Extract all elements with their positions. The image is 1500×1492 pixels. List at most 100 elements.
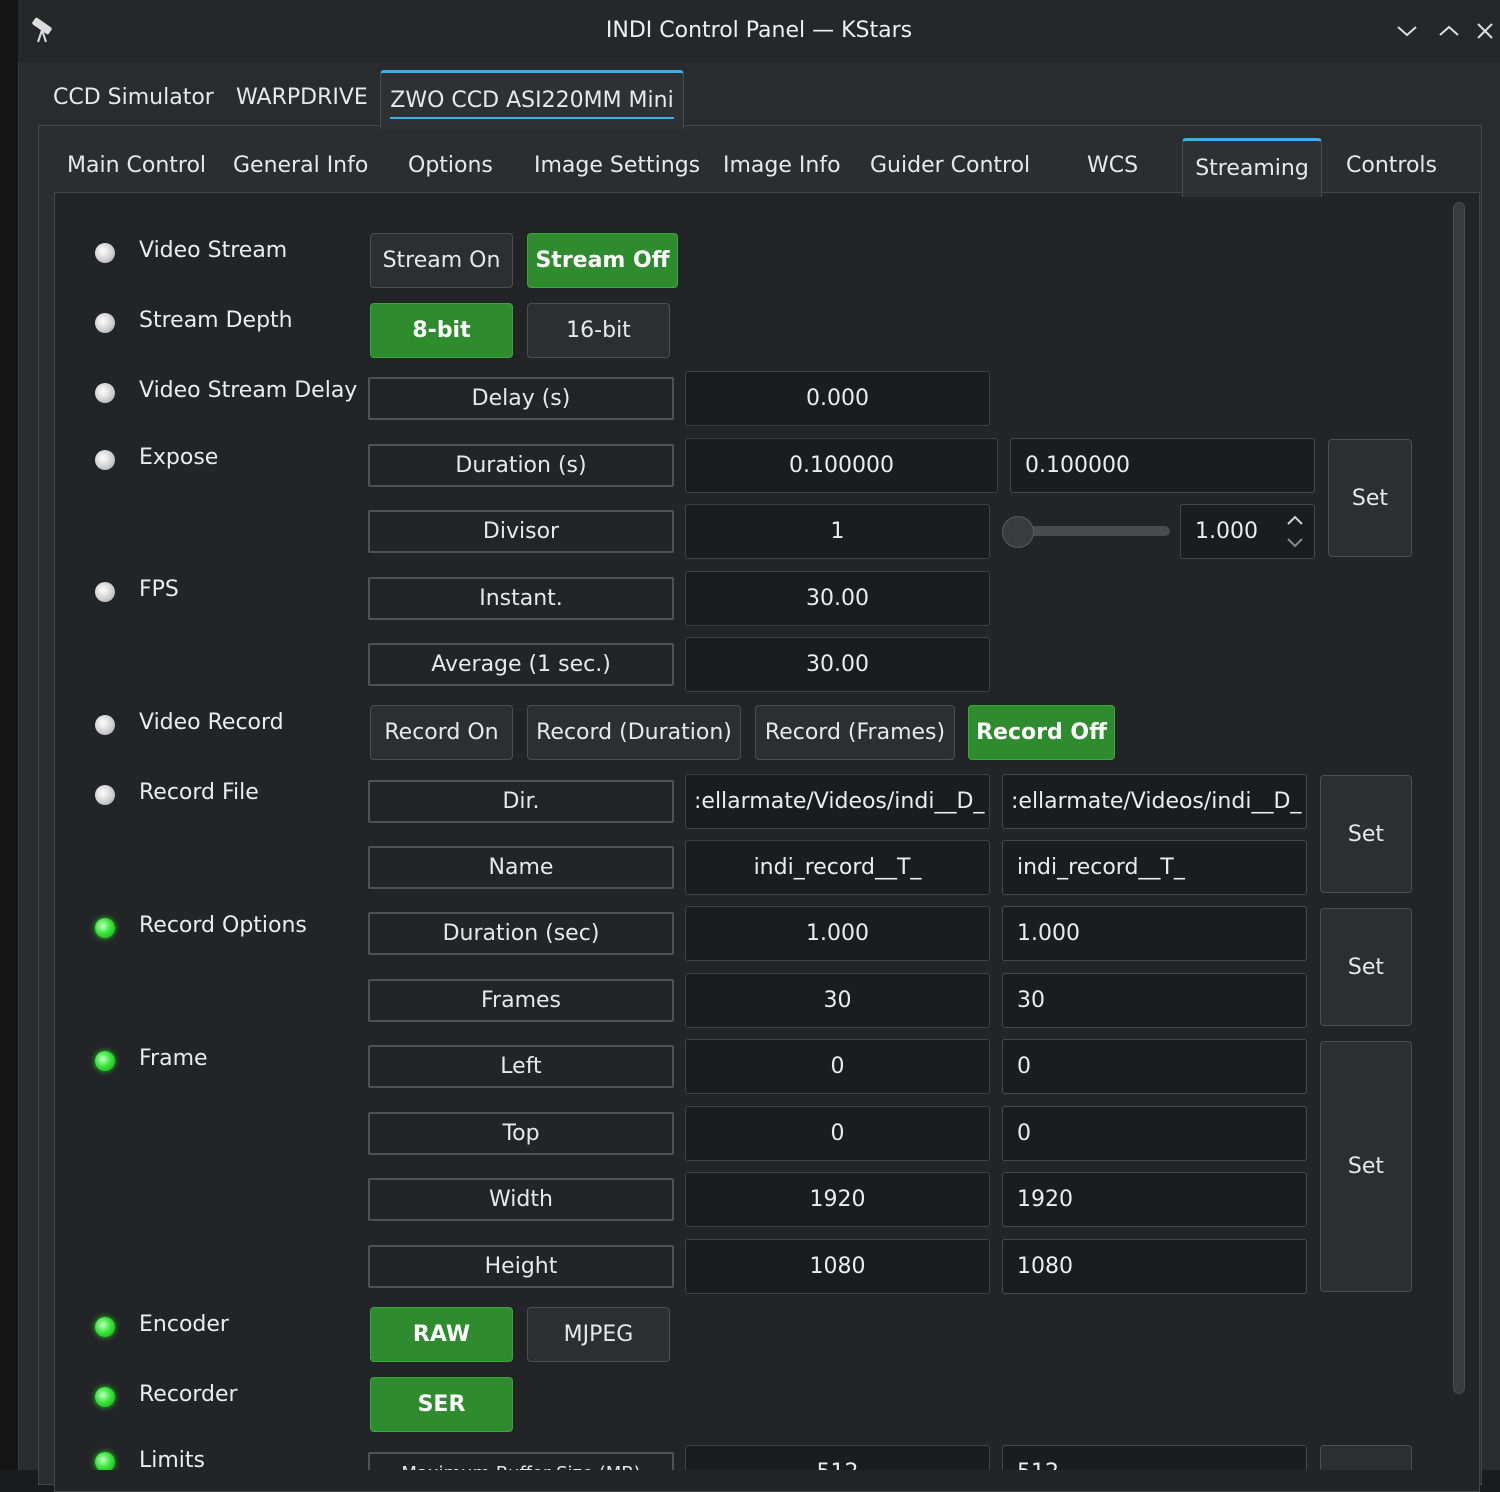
status-light-idle xyxy=(95,383,115,403)
left-input[interactable]: 0 xyxy=(1002,1039,1307,1094)
raw-button[interactable]: RAW xyxy=(370,1307,513,1362)
max-buffer-input[interactable]: 512 xyxy=(1002,1445,1307,1470)
element-label-divisor: Divisor xyxy=(368,510,674,553)
limits-row-clip: Limits Maximum Buffer Size (MB) 512 512 xyxy=(0,1440,1500,1470)
value-name: indi_record__T_ xyxy=(685,840,990,895)
value-divisor: 1 xyxy=(685,504,990,559)
tab-image-info[interactable]: Image Info xyxy=(723,138,841,194)
value-max-buffer: 512 xyxy=(685,1445,990,1470)
element-label-delay: Delay (s) xyxy=(368,377,674,420)
property-label-video-stream: Video Stream xyxy=(139,238,288,263)
tab-ccd-simulator[interactable]: CCD Simulator xyxy=(53,70,214,126)
tab-warpdrive[interactable]: WARPDRIVE xyxy=(236,70,368,126)
value-delay: 0.000 xyxy=(685,371,990,426)
16-bit-button[interactable]: 16-bit xyxy=(527,303,670,358)
status-light-idle xyxy=(95,785,115,805)
element-label-frames: Frames xyxy=(368,979,674,1022)
chevron-down-icon xyxy=(1397,26,1417,37)
stream-off-button[interactable]: Stream Off xyxy=(527,233,678,288)
element-label-top: Top xyxy=(368,1112,674,1155)
element-label-duration-sec: Duration (sec) xyxy=(368,912,674,955)
tab-guider-control[interactable]: Guider Control xyxy=(870,138,1030,194)
element-label-average: Average (1 sec.) xyxy=(368,643,674,686)
status-light-idle xyxy=(95,582,115,602)
name-input[interactable]: indi_record__T_ xyxy=(1002,840,1307,895)
minimize-button[interactable] xyxy=(1390,14,1424,48)
tab-image-settings[interactable]: Image Settings xyxy=(534,138,700,194)
tab-zwo-ccd-asi220mm-mini[interactable]: ZWO CCD ASI220MM Mini xyxy=(380,70,684,129)
element-label-width: Width xyxy=(368,1178,674,1221)
property-label-encoder: Encoder xyxy=(139,1312,229,1337)
status-light-ok xyxy=(95,1452,115,1470)
element-label-name: Name xyxy=(368,846,674,889)
spinbox-value: 1.000 xyxy=(1195,519,1258,544)
property-label-video-stream-delay: Video Stream Delay xyxy=(139,378,358,403)
element-label-instant: Instant. xyxy=(368,577,674,620)
slider-handle[interactable] xyxy=(1002,516,1034,548)
value-average: 30.00 xyxy=(685,637,990,692)
scrollbar-thumb[interactable] xyxy=(1453,202,1465,1394)
frames-input[interactable]: 30 xyxy=(1002,973,1307,1028)
property-label-expose: Expose xyxy=(139,445,219,470)
value-dir: :ellarmate/Videos/indi__D_ xyxy=(685,774,990,829)
expose-set-button[interactable]: Set xyxy=(1328,439,1412,557)
close-button[interactable] xyxy=(1470,14,1500,48)
mjpeg-button[interactable]: MJPEG xyxy=(527,1307,670,1362)
record-duration-button[interactable]: Record (Duration) xyxy=(527,705,741,760)
status-light-ok xyxy=(95,1051,115,1071)
element-label-dir: Dir. xyxy=(368,780,674,823)
tab-wcs[interactable]: WCS xyxy=(1087,138,1138,194)
record-frames-button[interactable]: Record (Frames) xyxy=(755,705,955,760)
window-title: INDI Control Panel — KStars xyxy=(605,18,913,43)
value-top: 0 xyxy=(685,1106,990,1161)
height-input[interactable]: 1080 xyxy=(1002,1239,1307,1294)
desktop-background xyxy=(0,0,18,1470)
status-light-idle xyxy=(95,243,115,263)
property-label-video-record: Video Record xyxy=(139,710,284,735)
close-icon xyxy=(1477,23,1493,39)
record-file-set-button[interactable]: Set xyxy=(1320,775,1412,893)
maximize-button[interactable] xyxy=(1432,14,1466,48)
status-light-ok xyxy=(95,918,115,938)
element-label-max-buffer: Maximum Buffer Size (MB) xyxy=(368,1452,674,1470)
status-light-idle xyxy=(95,715,115,735)
width-input[interactable]: 1920 xyxy=(1002,1172,1307,1227)
frame-set-button[interactable]: Set xyxy=(1320,1041,1412,1292)
property-label-fps: FPS xyxy=(139,577,179,602)
property-label-stream-depth: Stream Depth xyxy=(139,308,293,333)
status-light-idle xyxy=(95,450,115,470)
value-record-duration: 1.000 xyxy=(685,906,990,961)
property-label-record-options: Record Options xyxy=(139,913,307,938)
value-frames: 30 xyxy=(685,973,990,1028)
element-label-duration: Duration (s) xyxy=(368,444,674,487)
device-tab-bar: CCD Simulator WARPDRIVE ZWO CCD ASI220MM… xyxy=(38,70,1478,129)
duration-input[interactable]: 0.100000 xyxy=(1010,438,1315,493)
limits-set-button[interactable] xyxy=(1320,1445,1412,1470)
record-options-set-button[interactable]: Set xyxy=(1320,908,1412,1026)
status-light-ok xyxy=(95,1387,115,1407)
value-duration: 0.100000 xyxy=(685,438,998,493)
status-light-ok xyxy=(95,1317,115,1337)
record-off-button[interactable]: Record Off xyxy=(968,705,1115,760)
tab-options[interactable]: Options xyxy=(408,138,493,194)
record-on-button[interactable]: Record On xyxy=(370,705,513,760)
spinbox-arrows[interactable] xyxy=(1285,512,1305,552)
tab-controls[interactable]: Controls xyxy=(1346,138,1437,194)
tab-general-info[interactable]: General Info xyxy=(233,138,368,194)
value-height: 1080 xyxy=(685,1239,990,1294)
divisor-slider[interactable] xyxy=(1002,515,1170,549)
property-label-limits: Limits xyxy=(139,1448,205,1470)
element-label-height: Height xyxy=(368,1245,674,1288)
tab-main-control[interactable]: Main Control xyxy=(67,138,206,194)
8-bit-button[interactable]: 8-bit xyxy=(370,303,513,358)
value-width: 1920 xyxy=(685,1172,990,1227)
record-duration-input[interactable]: 1.000 xyxy=(1002,906,1307,961)
top-input[interactable]: 0 xyxy=(1002,1106,1307,1161)
tab-label: ZWO CCD ASI220MM Mini xyxy=(390,88,674,119)
spin-arrows-icon xyxy=(1287,515,1303,548)
property-label-record-file: Record File xyxy=(139,780,259,805)
ser-button[interactable]: SER xyxy=(370,1377,513,1432)
dir-input[interactable]: :ellarmate/Videos/indi__D_ xyxy=(1002,774,1307,829)
tab-streaming[interactable]: Streaming xyxy=(1182,138,1322,197)
stream-on-button[interactable]: Stream On xyxy=(370,233,513,288)
